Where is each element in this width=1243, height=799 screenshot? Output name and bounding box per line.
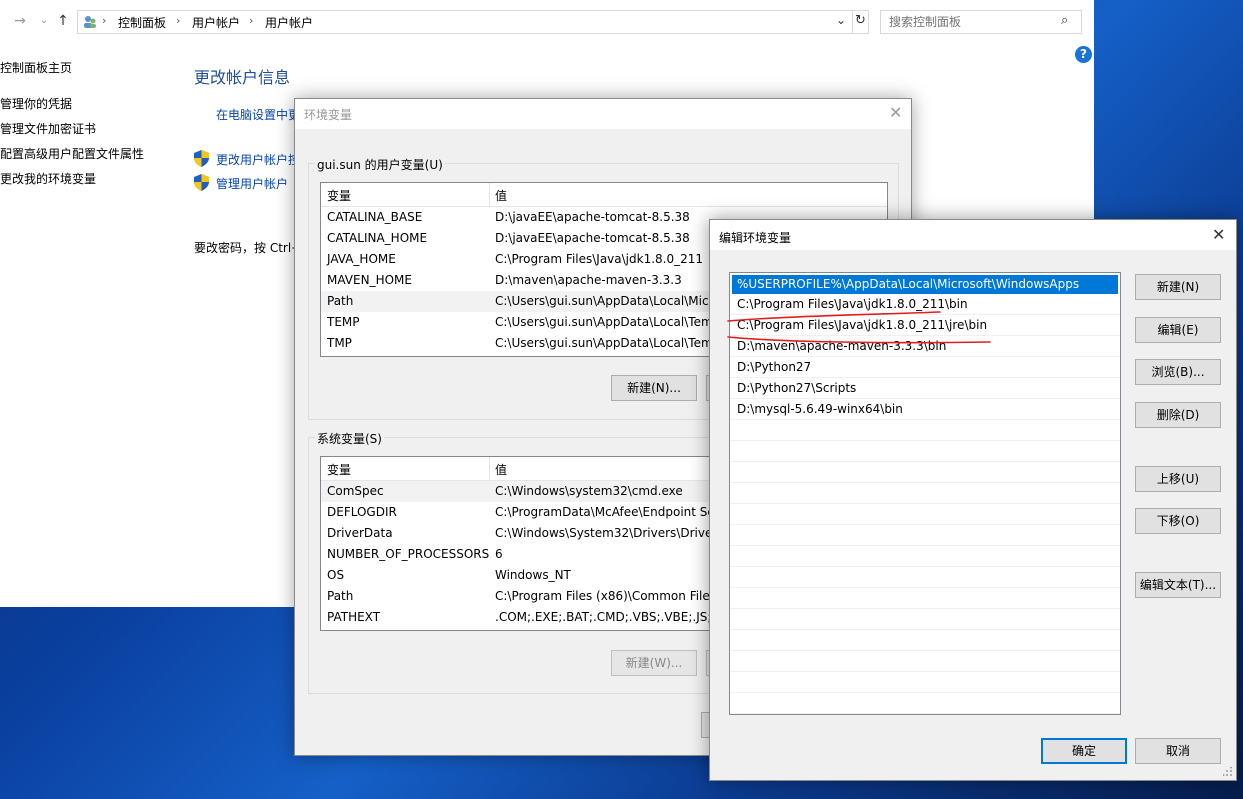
var-name: DEFLOGDIR xyxy=(327,505,397,519)
var-name: CATALINA_BASE xyxy=(327,210,423,224)
empty-list-row xyxy=(730,546,1120,567)
empty-list-row xyxy=(730,567,1120,588)
var-name: OS xyxy=(327,568,345,582)
var-value: .COM;.EXE;.BAT;.CMD;.VBS;.VBE;.JS;.JS xyxy=(495,610,727,624)
edit-button[interactable]: 编辑(E) xyxy=(1135,317,1221,343)
var-value: C:\Users\gui.sun\AppData\Local\Mic xyxy=(495,294,709,308)
empty-list-row xyxy=(730,441,1120,462)
users-folder-icon xyxy=(82,14,98,33)
search-icon[interactable]: ⌕ xyxy=(1061,13,1068,28)
breadcrumb-separator-icon: › xyxy=(176,14,181,27)
empty-list-row xyxy=(730,672,1120,693)
column-header-value[interactable]: 值 xyxy=(495,187,507,204)
back-arrow-icon[interactable]: → xyxy=(12,12,28,30)
user-vars-label: gui.sun 的用户变量(U) xyxy=(315,156,445,173)
var-value: Windows_NT xyxy=(495,568,571,582)
empty-list-row xyxy=(730,504,1120,525)
help-icon[interactable]: ? xyxy=(1075,46,1092,63)
sidebar-item-env-vars[interactable]: 更改我的环境变量 xyxy=(0,170,96,187)
list-item[interactable]: D:\Python27 xyxy=(730,357,1120,378)
var-value: 6 xyxy=(495,547,503,561)
var-value: C:\Users\gui.sun\AppData\Local\Tem xyxy=(495,315,713,329)
list-item[interactable]: D:\mysql-5.6.49-winx64\bin xyxy=(730,399,1120,420)
var-name: MAVEN_HOME xyxy=(327,273,412,287)
sidebar-item-profile-properties[interactable]: 配置高级用户配置文件属性 xyxy=(0,145,144,162)
user-new-button[interactable]: 新建(N)... xyxy=(611,375,697,401)
cancel-button[interactable]: 取消 xyxy=(1135,738,1221,764)
sidebar-item-encryption-certs[interactable]: 管理文件加密证书 xyxy=(0,120,96,137)
address-toolbar: → ⌄ ↑ › 控制面板 › 用户帐户 › 用户帐户 ⌄ ↻ ⌕ xyxy=(0,0,1094,44)
empty-list-row xyxy=(730,693,1120,714)
uac-settings-link[interactable]: 更改用户帐户控 xyxy=(216,151,300,168)
move-up-button[interactable]: 上移(U) xyxy=(1135,466,1221,492)
var-name: JAVA_HOME xyxy=(327,252,396,266)
up-arrow-icon[interactable]: ↑ xyxy=(55,12,71,30)
shield-icon xyxy=(194,150,209,170)
recent-dropdown-icon[interactable]: ⌄ xyxy=(36,12,52,30)
var-value: C:\Windows\System32\Drivers\Driver xyxy=(495,526,718,540)
empty-list-row xyxy=(730,483,1120,504)
manage-accounts-link[interactable]: 管理用户帐户 xyxy=(216,175,288,192)
column-header-variable[interactable]: 变量 xyxy=(327,461,351,478)
var-value: C:\Program Files\Java\jdk1.8.0_211 xyxy=(495,252,704,266)
sidebar-home-link[interactable]: 控制面板主页 xyxy=(0,59,72,76)
var-value: C:\Users\gui.sun\AppData\Local\Tem xyxy=(495,336,713,350)
var-value: D:\maven\apache-maven-3.3.3 xyxy=(495,273,682,287)
column-header-variable[interactable]: 变量 xyxy=(327,187,351,204)
empty-list-row xyxy=(730,588,1120,609)
pc-settings-link[interactable]: 在电脑设置中更 xyxy=(216,106,300,123)
empty-list-row xyxy=(730,609,1120,630)
breadcrumb-separator-icon: › xyxy=(102,14,107,27)
var-name: TEMP xyxy=(327,315,360,329)
var-value: C:\Program Files (x86)\Common Files xyxy=(495,589,717,603)
list-item[interactable]: D:\Python27\Scripts xyxy=(730,378,1120,399)
var-value: D:\javaEE\apache-tomcat-8.5.38 xyxy=(495,231,690,245)
divider xyxy=(852,11,853,33)
search-input[interactable] xyxy=(881,11,1056,33)
dialog-titlebar: 环境变量 ✕ xyxy=(295,99,911,129)
edit-text-button[interactable]: 编辑文本(T)... xyxy=(1135,572,1221,598)
empty-list-row xyxy=(730,630,1120,651)
var-name: PATHEXT xyxy=(327,610,381,624)
empty-list-row xyxy=(730,420,1120,441)
shield-icon xyxy=(194,174,209,194)
var-name: Path xyxy=(327,589,354,603)
move-down-button[interactable]: 下移(O) xyxy=(1135,508,1221,534)
var-name: ComSpec xyxy=(327,484,384,498)
var-name: DriverData xyxy=(327,526,393,540)
empty-list-row xyxy=(730,525,1120,546)
system-vars-label: 系统变量(S) xyxy=(315,430,384,447)
new-button[interactable]: 新建(N) xyxy=(1135,274,1221,300)
delete-button[interactable]: 删除(D) xyxy=(1135,402,1221,428)
system-new-button[interactable]: 新建(W)... xyxy=(611,650,697,676)
refresh-icon[interactable]: ↻ xyxy=(855,13,866,28)
ok-button[interactable]: 确定 xyxy=(1041,738,1127,764)
empty-list-row xyxy=(730,651,1120,672)
breadcrumb-item[interactable]: 控制面板 xyxy=(118,14,166,31)
column-header-value[interactable]: 值 xyxy=(495,461,507,478)
close-icon[interactable]: ✕ xyxy=(889,103,902,122)
var-name: NUMBER_OF_PROCESSORS xyxy=(327,547,490,561)
var-name: TMP xyxy=(327,336,352,350)
breadcrumb-item[interactable]: 用户帐户 xyxy=(265,14,313,31)
table-header: 变量 值 xyxy=(321,183,887,207)
address-box[interactable]: › 控制面板 › 用户帐户 › 用户帐户 ⌄ ↻ xyxy=(77,10,869,34)
browse-button[interactable]: 浏览(B)... xyxy=(1135,359,1221,385)
address-dropdown-icon[interactable]: ⌄ xyxy=(836,13,846,27)
resize-grip-icon[interactable] xyxy=(1223,767,1233,777)
sidebar-item-credentials[interactable]: 管理你的凭据 xyxy=(0,95,72,112)
breadcrumb-separator-icon: › xyxy=(249,14,254,27)
dialog-title: 环境变量 xyxy=(304,108,353,122)
var-value: C:\ProgramData\McAfee\Endpoint Se xyxy=(495,505,715,519)
var-name: Path xyxy=(327,294,354,308)
breadcrumb-item[interactable]: 用户帐户 xyxy=(192,14,240,31)
edit-env-var-dialog: 编辑环境变量 ✕ %USERPROFILE%\AppData\Local\Mic… xyxy=(709,219,1237,781)
search-box[interactable]: ⌕ xyxy=(880,10,1082,34)
password-hint-text: 要改密码，按 Ctrl+ xyxy=(194,241,302,255)
page-title: 更改帐户信息 xyxy=(194,68,291,87)
empty-list-row xyxy=(730,462,1120,483)
var-name: CATALINA_HOME xyxy=(327,231,428,245)
var-value: C:\Windows\system32\cmd.exe xyxy=(495,484,683,498)
var-value: D:\javaEE\apache-tomcat-8.5.38 xyxy=(495,210,690,224)
